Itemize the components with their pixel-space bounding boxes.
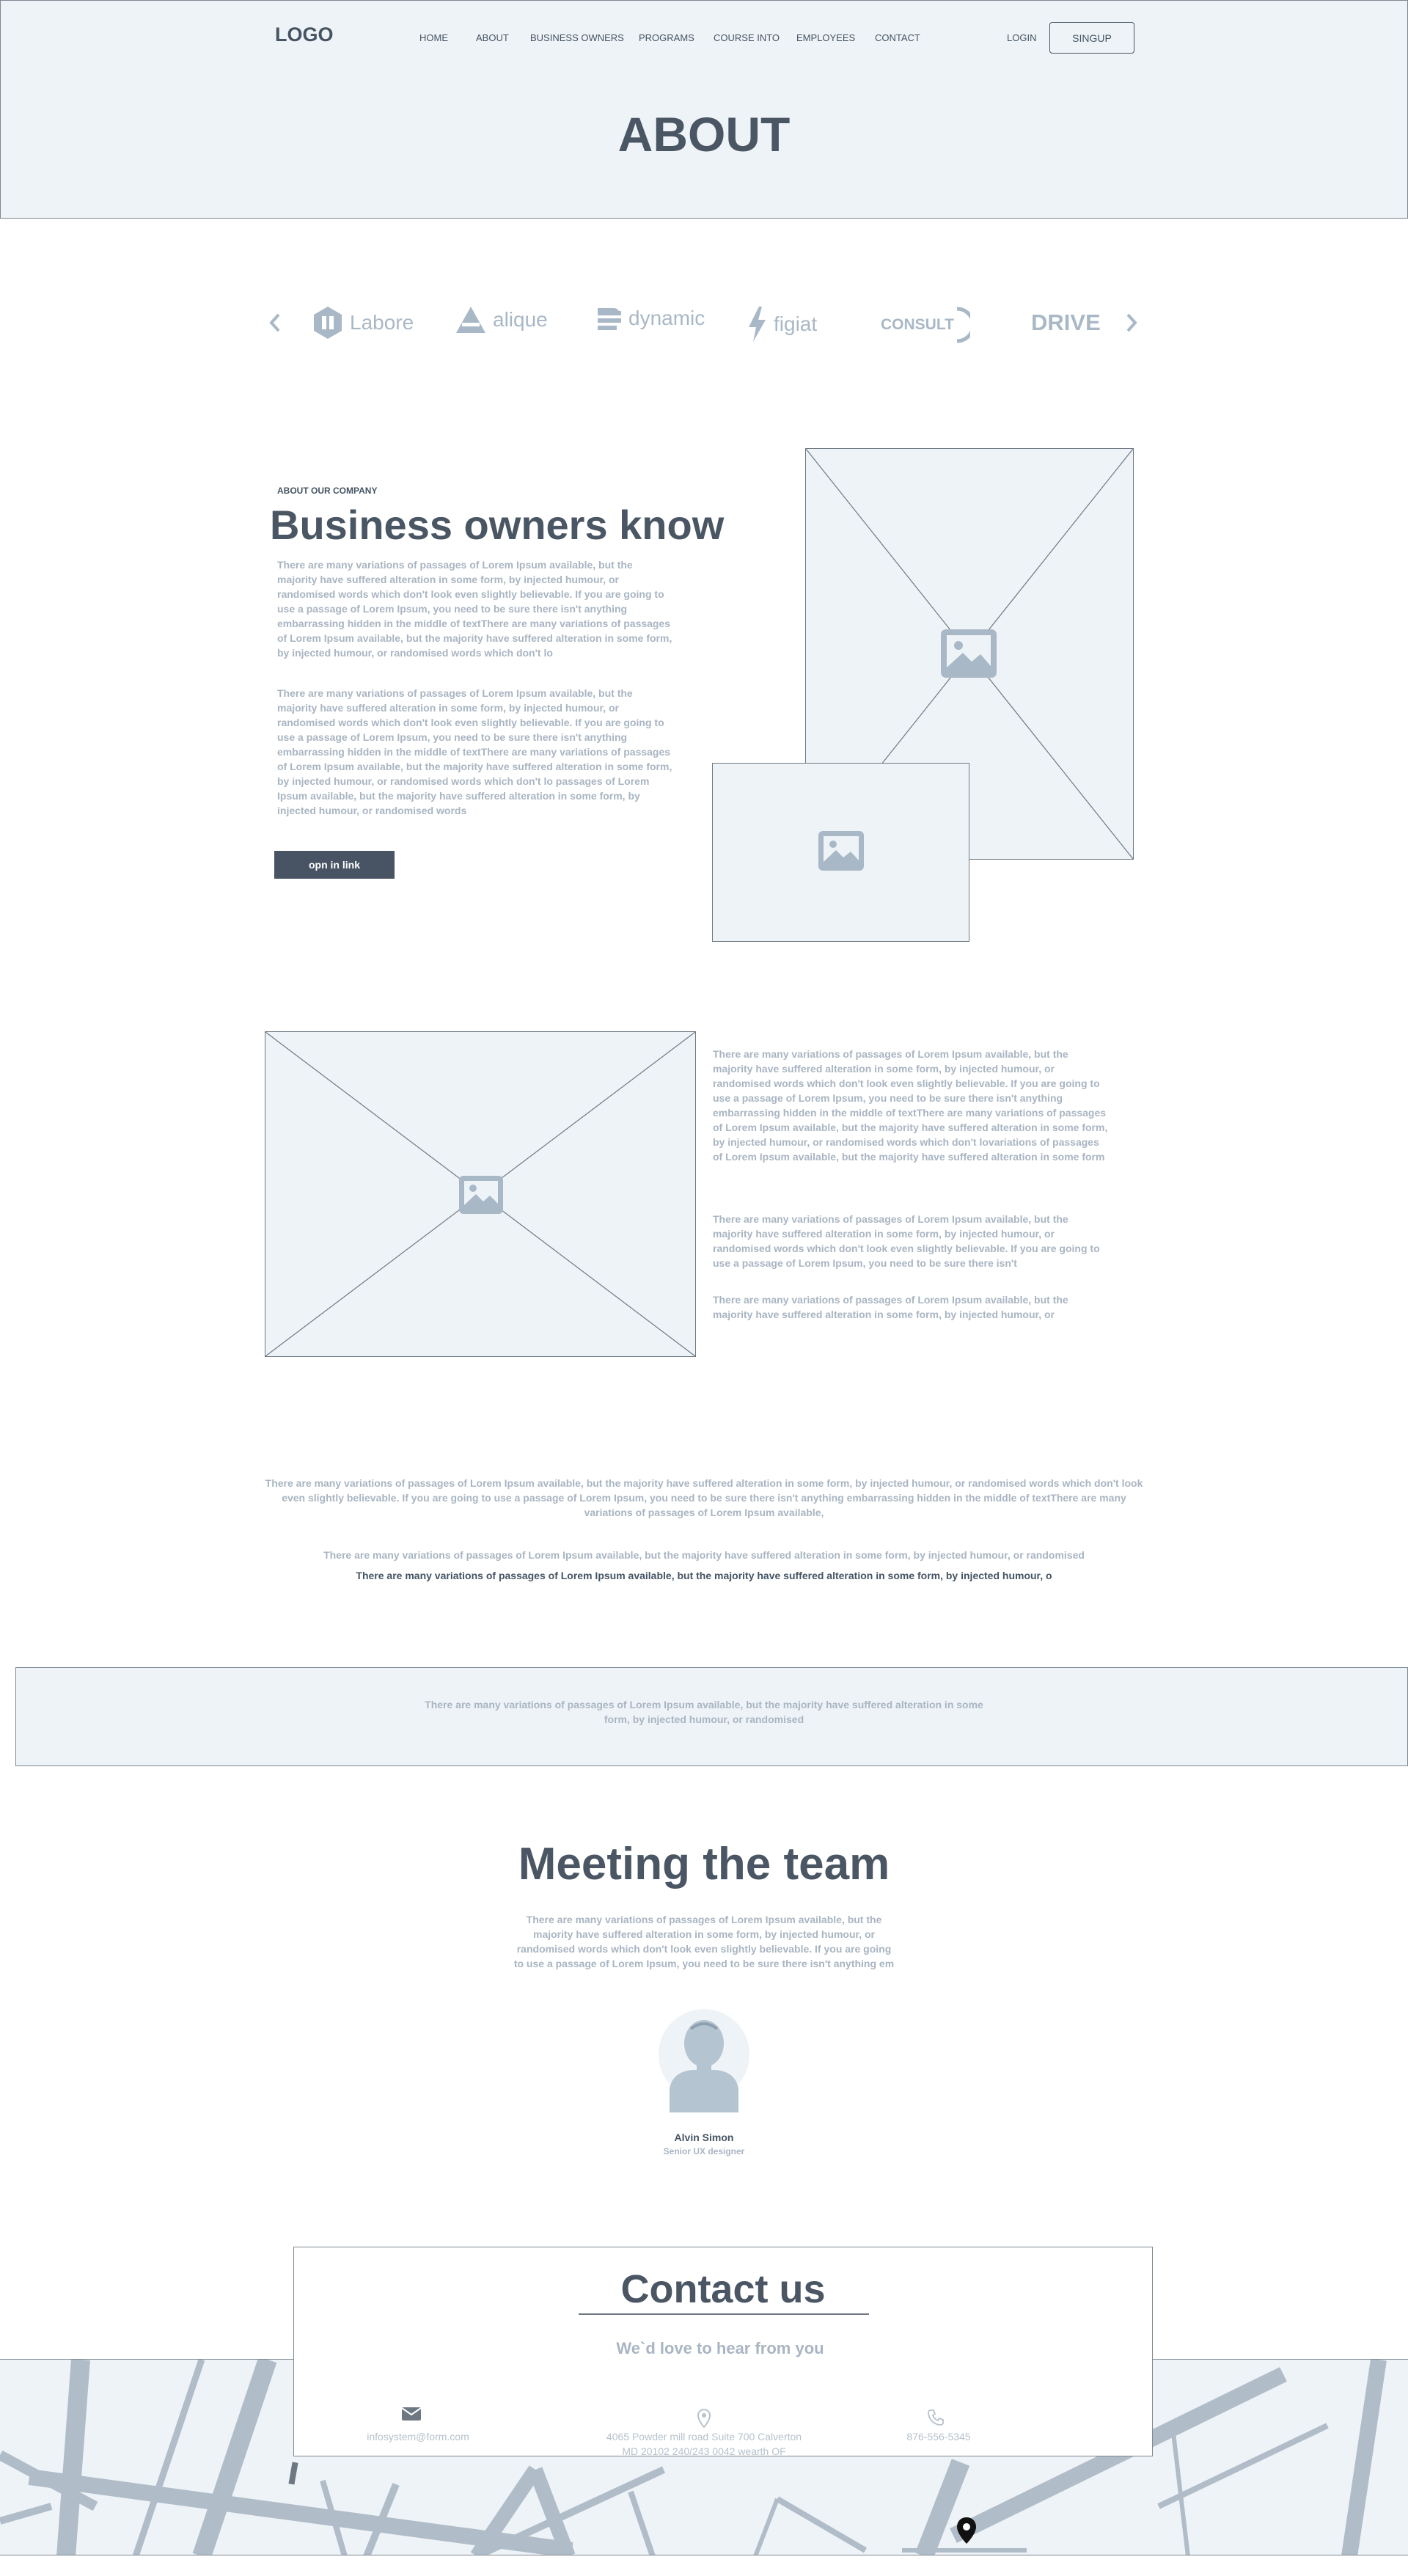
- image-icon: [818, 831, 864, 871]
- centered-paragraph: There are many variations of passages of…: [265, 1477, 1143, 1518]
- nav-item-home[interactable]: HOME: [419, 32, 448, 43]
- chevron-left-icon[interactable]: [267, 308, 283, 341]
- hexagon-logo-icon: [314, 307, 342, 339]
- nav-item-course-into[interactable]: COURSE INTO: [714, 32, 780, 43]
- brand-label: alique: [493, 308, 548, 331]
- feature-paragraph: There are many variations of passages of…: [713, 1294, 1068, 1320]
- nav-item-contact[interactable]: CONTACT: [875, 32, 920, 43]
- member-role: Senior UX designer: [663, 2146, 745, 2156]
- contact-title: Contact us: [620, 2267, 826, 2311]
- nav-item-business-owners[interactable]: BUSINESS OWNERS: [530, 32, 624, 43]
- triangle-logo-icon: [456, 307, 485, 333]
- address-line: MD 20102 240/243 0042 wearth OF: [622, 2445, 786, 2457]
- arc-logo-icon: [956, 307, 970, 343]
- contact-address: 4065 Powder mill road Suite 700 Calverto…: [572, 2429, 836, 2459]
- stripes-logo-icon: [598, 308, 621, 330]
- map-pin-icon[interactable]: [956, 2517, 977, 2544]
- centered-paragraph: There are many variations of passages of…: [323, 1549, 1085, 1561]
- team-title: Meeting the team: [518, 1839, 890, 1889]
- centered-paragraph-dark: There are many variations of passages of…: [356, 1570, 1052, 1581]
- open-link-button[interactable]: opn in link: [274, 851, 395, 879]
- image-placeholder-feature: [265, 1031, 696, 1357]
- contact-email[interactable]: infosystem@form.com: [345, 2429, 491, 2444]
- signup-button[interactable]: SINGUP: [1049, 22, 1134, 54]
- brand-consult: CONSULT: [881, 307, 970, 343]
- about-title: Business owners know: [270, 502, 725, 548]
- banner-text: There are many variations of passages of…: [425, 1699, 983, 1725]
- nav-item-about[interactable]: ABOUT: [476, 32, 509, 43]
- brand-labore: Labore: [312, 305, 414, 340]
- brand-dynamic: dynamic: [596, 305, 705, 332]
- feature-paragraph: There are many variations of passages of…: [713, 1213, 1100, 1269]
- brand-drive: DRIVE: [1031, 310, 1101, 336]
- login-link[interactable]: LOGIN: [1007, 32, 1036, 43]
- image-icon: [941, 629, 997, 678]
- brand-figiat: figiat: [746, 305, 817, 343]
- brand-label: Labore: [350, 311, 414, 334]
- about-paragraph: There are many variations of passages of…: [277, 559, 672, 659]
- nav-item-employees[interactable]: EMPLOYEES: [796, 32, 855, 43]
- brand-label: dynamic: [628, 307, 705, 329]
- brand-label: DRIVE: [1031, 310, 1101, 335]
- logo[interactable]: LOGO: [275, 23, 334, 46]
- page-title: ABOUT: [617, 107, 791, 161]
- lightning-logo-icon: [749, 307, 766, 342]
- brand-alique: alique: [455, 305, 548, 334]
- contact-subtitle: We`d love to hear from you: [616, 2339, 824, 2357]
- chevron-right-icon[interactable]: [1123, 308, 1140, 341]
- address-line: 4065 Powder mill road Suite 700 Calverto…: [606, 2431, 802, 2443]
- nav-item-programs[interactable]: PROGRAMS: [639, 32, 694, 43]
- team-paragraph: There are many variations of passages of…: [513, 1914, 895, 1969]
- phone-icon: [928, 2409, 944, 2426]
- avatar[interactable]: [658, 2008, 750, 2112]
- image-icon: [459, 1176, 503, 1214]
- image-placeholder-small: [712, 763, 969, 942]
- brand-label: CONSULT: [881, 316, 954, 333]
- about-kicker: ABOUT OUR COMPANY: [277, 486, 378, 496]
- email-icon: [401, 2407, 422, 2421]
- brand-label: figiat: [774, 312, 818, 335]
- about-paragraph: There are many variations of passages of…: [277, 687, 672, 816]
- contact-divider: [579, 2313, 869, 2315]
- member-name: Alvin Simon: [674, 2132, 734, 2143]
- location-icon: [697, 2409, 711, 2428]
- feature-paragraph: There are many variations of passages of…: [713, 1048, 1108, 1163]
- contact-phone[interactable]: 876-556-5345: [865, 2429, 1012, 2444]
